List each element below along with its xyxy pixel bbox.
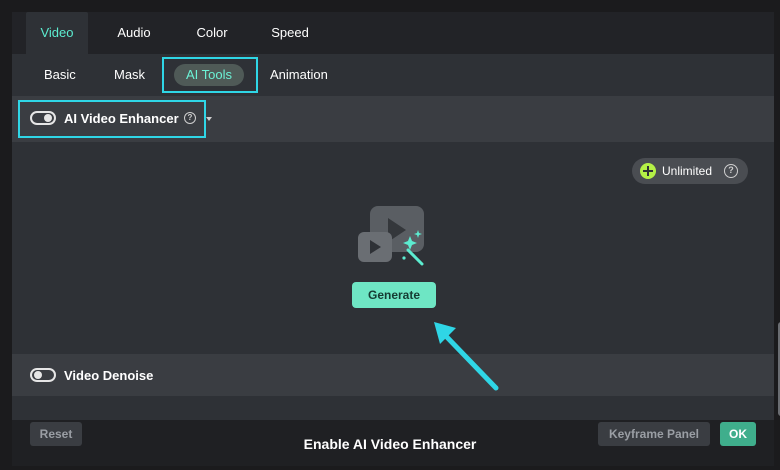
video-denoise-row: Video Denoise (12, 354, 774, 396)
tab-speed[interactable]: Speed (260, 12, 320, 54)
ai-tools-highlight-box (162, 57, 258, 93)
tab-video[interactable]: Video (26, 12, 88, 54)
chevron-down-icon[interactable] (206, 117, 212, 121)
tab-color[interactable]: Color (182, 12, 242, 54)
panel-bottom-area (12, 396, 774, 420)
sub-tab-bar: Basic Mask AI Tools Animation (12, 54, 774, 96)
video-denoise-label: Video Denoise (64, 368, 154, 383)
unlimited-badge[interactable]: Unlimited ? (632, 158, 748, 184)
video-properties-panel: Video Audio Color Speed Basic Mask AI To… (0, 0, 780, 470)
video-denoise-toggle[interactable] (30, 368, 56, 382)
ai-video-enhancer-content: Unlimited ? Generate (12, 142, 780, 416)
plus-circle-icon (640, 163, 656, 179)
unlimited-label: Unlimited (662, 164, 713, 178)
subtab-basic[interactable]: Basic (44, 54, 76, 96)
pointer-arrow-icon (434, 322, 499, 391)
ai-video-enhance-icon (358, 206, 424, 266)
toggle-knob (34, 371, 42, 379)
tab-audio[interactable]: Audio (104, 12, 164, 54)
main-tab-bar: Video Audio Color Speed (12, 12, 774, 54)
subtab-animation[interactable]: Animation (270, 54, 328, 96)
subtab-mask[interactable]: Mask (114, 54, 145, 96)
question-circle-icon[interactable]: ? (724, 164, 738, 178)
generate-button[interactable]: Generate (352, 282, 436, 308)
enhancer-highlight-box (18, 100, 206, 138)
tutorial-caption: Enable AI Video Enhancer (303, 436, 477, 452)
